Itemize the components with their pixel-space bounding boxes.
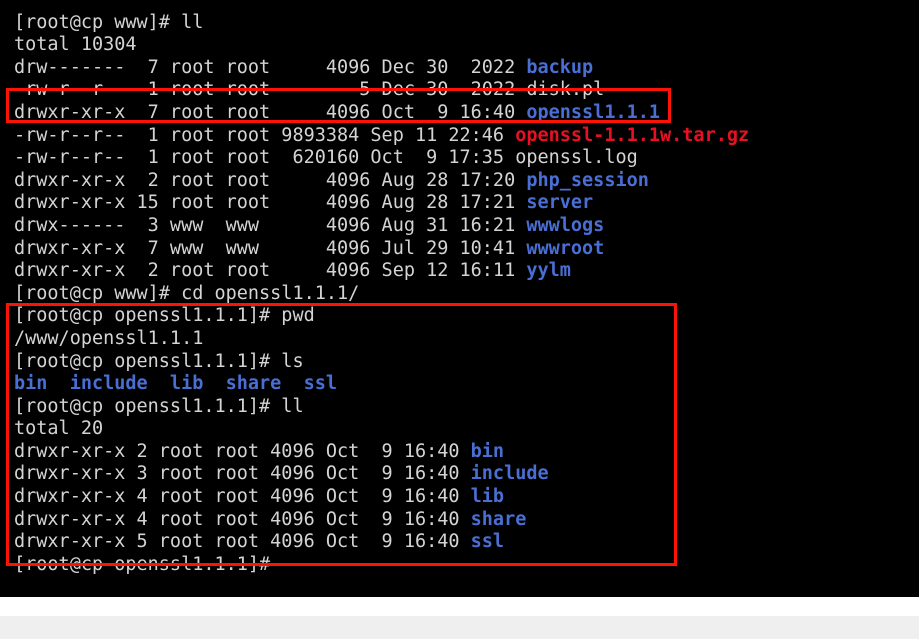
screenshot-root: [root@cp www]# ll total 10304 drw------- 7… bbox=[0, 0, 919, 639]
terminal-entry-name: openssl.log bbox=[515, 147, 638, 169]
terminal-line-text: [root@cp openssl1.1.1]# ll bbox=[14, 395, 304, 417]
terminal-entry-name: wwwlogs bbox=[526, 214, 605, 236]
terminal-line-text: drwxr-xr-x 3 root root 4096 Oct 9 16:40 bbox=[14, 463, 471, 485]
terminal-line-text: total 10304 bbox=[14, 34, 137, 56]
terminal-line-text: drwxr-xr-x 4 root root 4096 Oct 9 16:40 bbox=[14, 486, 471, 508]
terminal-line-text: drwxr-xr-x 4 root root 4096 Oct 9 16:40 bbox=[14, 508, 471, 530]
terminal-line-row-openssl-tgz: -rw-r--r-- 1 root root 9893384 Sep 11 22… bbox=[0, 125, 919, 148]
terminal-line-text: -rw-r--r-- 1 root root 9893384 Sep 11 22… bbox=[14, 124, 516, 146]
terminal-entry-name: server bbox=[526, 192, 594, 214]
terminal-line-text: drw------- 7 root root 4096 Dec 30 2022 bbox=[14, 56, 527, 78]
terminal-entry-name: openssl-1.1.1w.tar.gz bbox=[515, 124, 750, 146]
terminal-entry-name: include bbox=[470, 463, 549, 485]
terminal-entry-name: lib bbox=[470, 486, 505, 508]
terminal-line-text: [root@cp www]# cd openssl1.1.1/ bbox=[14, 282, 360, 304]
terminal-line-row-disk-pl: -rw-r--r-- 1 root root 5 Dec 30 2022 dis… bbox=[0, 79, 919, 102]
terminal-line-text: drwxr-xr-x 15 root root 4096 Aug 28 17:2… bbox=[14, 192, 527, 214]
terminal-line-row-bin: drwxr-xr-x 2 root root 4096 Oct 9 16:40 … bbox=[0, 441, 919, 464]
terminal-line-row-wwwroot: drwxr-xr-x 7 www www 4096 Jul 29 10:41 w… bbox=[0, 238, 919, 261]
terminal-line-text: [root@cp openssl1.1.1]# bbox=[14, 553, 271, 575]
terminal-line-text: bin include lib share ssl bbox=[14, 373, 338, 395]
terminal-line-row-php-session: drwxr-xr-x 2 root root 4096 Aug 28 17:20… bbox=[0, 170, 919, 193]
terminal-line-text: drwxr-xr-x 5 root root 4096 Oct 9 16:40 bbox=[14, 531, 471, 553]
terminal-line-prompt-cd: [root@cp www]# cd openssl1.1.1/ bbox=[0, 283, 919, 306]
terminal-line-row-openssl-log: -rw-r--r-- 1 root root 620160 Oct 9 17:3… bbox=[0, 147, 919, 170]
terminal-line-total-2: total 20 bbox=[0, 418, 919, 441]
terminal-line-row-server: drwxr-xr-x 15 root root 4096 Aug 28 17:2… bbox=[0, 192, 919, 215]
terminal-entry-name: openssl1.1.1 bbox=[526, 101, 661, 123]
terminal-line-ls-output: bin include lib share ssl bbox=[0, 373, 919, 396]
terminal-entry-name: backup bbox=[526, 56, 594, 78]
terminal-entry-name: share bbox=[470, 508, 527, 530]
terminal-entry-name: wwwroot bbox=[526, 237, 605, 259]
terminal-line-text: drwxr-xr-x 2 root root 4096 Aug 28 17:20 bbox=[14, 169, 527, 191]
terminal-line-text: /www/openssl1.1.1 bbox=[14, 327, 204, 349]
page-gray-strip bbox=[0, 616, 919, 639]
terminal-line-text: drwxr-xr-x 7 www www 4096 Jul 29 10:41 bbox=[14, 237, 527, 259]
terminal-window[interactable]: [root@cp www]# ll total 10304 drw------- 7… bbox=[0, 0, 919, 597]
terminal-line-prompt-final: [root@cp openssl1.1.1]# bbox=[0, 554, 919, 577]
terminal-line-text: total 20 bbox=[14, 418, 104, 440]
terminal-line-row-yylm: drwxr-xr-x 2 root root 4096 Sep 12 16:11… bbox=[0, 260, 919, 283]
terminal-line-text: drwxr-xr-x 7 root root 4096 Oct 9 16:40 bbox=[14, 101, 527, 123]
terminal-line-prompt-ls: [root@cp openssl1.1.1]# ls bbox=[0, 351, 919, 374]
terminal-line-pwd-output: /www/openssl1.1.1 bbox=[0, 328, 919, 351]
terminal-line-text: [root@cp www]# ll bbox=[14, 11, 204, 33]
terminal-line-prompt-ll-2: [root@cp openssl1.1.1]# ll bbox=[0, 396, 919, 419]
terminal-line-row-ssl: drwxr-xr-x 5 root root 4096 Oct 9 16:40 … bbox=[0, 531, 919, 554]
terminal-line-text: [root@cp openssl1.1.1]# ls bbox=[14, 350, 304, 372]
terminal-entry-name: ssl bbox=[470, 531, 505, 553]
terminal-line-total-1: total 10304 bbox=[0, 34, 919, 57]
terminal-line-row-lib: drwxr-xr-x 4 root root 4096 Oct 9 16:40 … bbox=[0, 486, 919, 509]
terminal-line-row-openssl111: drwxr-xr-x 7 root root 4096 Oct 9 16:40 … bbox=[0, 102, 919, 125]
terminal-line-text: [root@cp openssl1.1.1]# pwd bbox=[14, 305, 315, 327]
terminal-line-row-wwwlogs: drwx------ 3 www www 4096 Aug 31 16:21 w… bbox=[0, 215, 919, 238]
terminal-line-text: drwx------ 3 www www 4096 Aug 31 16:21 bbox=[14, 214, 527, 236]
terminal-entry-name: bin bbox=[470, 440, 505, 462]
terminal-line-text: -rw-r--r-- 1 root root 5 Dec 30 2022 bbox=[14, 79, 527, 101]
terminal-line-text: drwxr-xr-x 2 root root 4096 Sep 12 16:11 bbox=[14, 260, 527, 282]
terminal-line-row-backup: drw------- 7 root root 4096 Dec 30 2022 … bbox=[0, 57, 919, 80]
terminal-line-prompt-ll-1: [root@cp www]# ll bbox=[0, 12, 919, 35]
terminal-entry-name: disk.pl bbox=[526, 79, 605, 101]
terminal-line-partial-top bbox=[0, 0, 919, 12]
terminal-output: [root@cp www]# ll total 10304 drw------- 7… bbox=[0, 0, 919, 576]
terminal-line-text: drwxr-xr-x 2 root root 4096 Oct 9 16:40 bbox=[14, 440, 471, 462]
terminal-line-prompt-pwd: [root@cp openssl1.1.1]# pwd bbox=[0, 305, 919, 328]
page-white-strip bbox=[0, 597, 919, 616]
terminal-entry-name: php_session bbox=[526, 169, 649, 191]
terminal-entry-name: yylm bbox=[526, 260, 571, 282]
terminal-line-text: -rw-r--r-- 1 root root 620160 Oct 9 17:3… bbox=[14, 147, 516, 169]
terminal-line-row-include: drwxr-xr-x 3 root root 4096 Oct 9 16:40 … bbox=[0, 463, 919, 486]
terminal-line-row-share: drwxr-xr-x 4 root root 4096 Oct 9 16:40 … bbox=[0, 509, 919, 532]
